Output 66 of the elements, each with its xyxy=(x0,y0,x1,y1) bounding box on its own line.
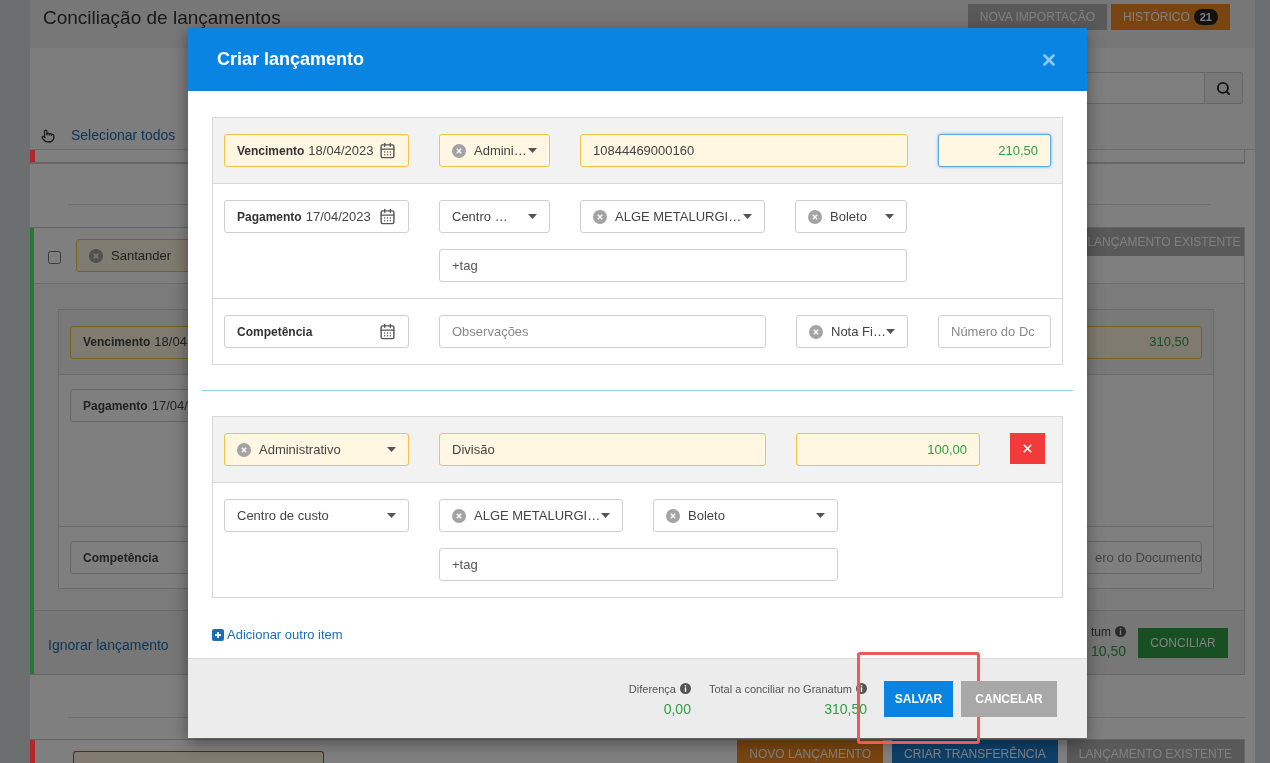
date-field[interactable]: Vencimento 18/04/2023 xyxy=(224,134,409,167)
caret-icon xyxy=(387,513,396,518)
calendar-icon[interactable] xyxy=(379,142,396,159)
select-field[interactable]: Administrativo xyxy=(224,433,409,466)
reconcile-button[interactable]: CONCILIAR xyxy=(1138,627,1228,658)
clear-icon[interactable] xyxy=(89,248,103,263)
caret-icon xyxy=(885,214,894,219)
date-field[interactable]: Competência xyxy=(224,315,409,348)
info-icon xyxy=(679,682,691,694)
amount-field[interactable]: 210,50 xyxy=(938,134,1051,167)
close-icon xyxy=(1021,442,1034,455)
text-field[interactable]: Divisão xyxy=(439,433,766,466)
info-icon xyxy=(1115,626,1126,637)
clear-icon[interactable] xyxy=(809,324,823,339)
checkbox[interactable] xyxy=(48,251,61,264)
pointer-icon[interactable] xyxy=(41,128,55,143)
select-field[interactable]: ALGE METALURGI… xyxy=(580,200,765,233)
select-field[interactable]: Centro … xyxy=(439,200,550,233)
select-field[interactable]: Admini… xyxy=(439,134,550,167)
text-field[interactable]: 10844469000160 xyxy=(580,134,908,167)
caret-icon xyxy=(601,513,610,518)
dialog-title: Criar lançamento xyxy=(217,48,365,71)
caret-icon xyxy=(528,148,537,153)
caret-icon xyxy=(743,214,752,219)
count-badge: 21 xyxy=(1193,9,1218,25)
save-button[interactable]: SALVAR xyxy=(884,680,953,717)
select-field[interactable]: Centro de custo xyxy=(224,499,409,532)
total-label: Diferença xyxy=(628,680,691,698)
clear-icon[interactable] xyxy=(452,508,466,523)
text-field[interactable]: Número do Dc xyxy=(938,315,1051,348)
action-button[interactable]: CRIAR TRANSFERÊNCIA xyxy=(892,740,1058,763)
search-icon xyxy=(1216,80,1231,96)
clear-icon[interactable] xyxy=(593,209,607,224)
page-title: Conciliação de lançamentos xyxy=(43,6,281,30)
select-field[interactable]: Boleto xyxy=(653,499,838,532)
calendar-icon[interactable] xyxy=(379,323,396,340)
total-value: 10,50 xyxy=(1090,642,1126,661)
ignore-link[interactable]: Ignorar lançamento xyxy=(48,635,169,656)
caret-icon xyxy=(886,329,895,334)
calendar-icon[interactable] xyxy=(379,208,396,225)
cancel-button[interactable]: CANCELAR xyxy=(961,680,1057,717)
tag-field[interactable]: +tag xyxy=(439,548,838,581)
tag-field[interactable]: +tag xyxy=(439,249,907,282)
total-label: tum xyxy=(1091,623,1126,641)
clear-icon[interactable] xyxy=(237,442,251,457)
amount-field[interactable]: 100,00 xyxy=(796,433,980,466)
remove-button[interactable] xyxy=(1010,433,1045,464)
total-label: Total a conciliar no Granatum xyxy=(708,680,867,698)
date-field[interactable]: Pagamento 17/04/2023 xyxy=(224,200,409,233)
clear-icon[interactable] xyxy=(666,508,680,523)
text-field[interactable]: Observações xyxy=(439,315,766,348)
plus-icon xyxy=(212,628,224,641)
clear-icon[interactable] xyxy=(452,143,466,158)
select-field[interactable]: Nota Fi… xyxy=(796,315,908,348)
total-value: 0,00 xyxy=(663,700,691,720)
info-icon xyxy=(856,682,867,694)
caret-icon xyxy=(387,447,396,452)
select-field[interactable]: ALGE METALURGI… xyxy=(439,499,623,532)
search-button[interactable] xyxy=(1205,72,1243,104)
header-button[interactable]: HISTÓRICO 21 xyxy=(1111,4,1230,30)
select-all-link[interactable]: Selecionar todos xyxy=(71,125,176,146)
select-field[interactable]: Boleto xyxy=(795,200,907,233)
add-item-link[interactable]: Adicionar outro item xyxy=(212,625,343,645)
caret-icon xyxy=(816,513,825,518)
caret-icon xyxy=(528,214,537,219)
clear-icon[interactable] xyxy=(808,209,822,224)
